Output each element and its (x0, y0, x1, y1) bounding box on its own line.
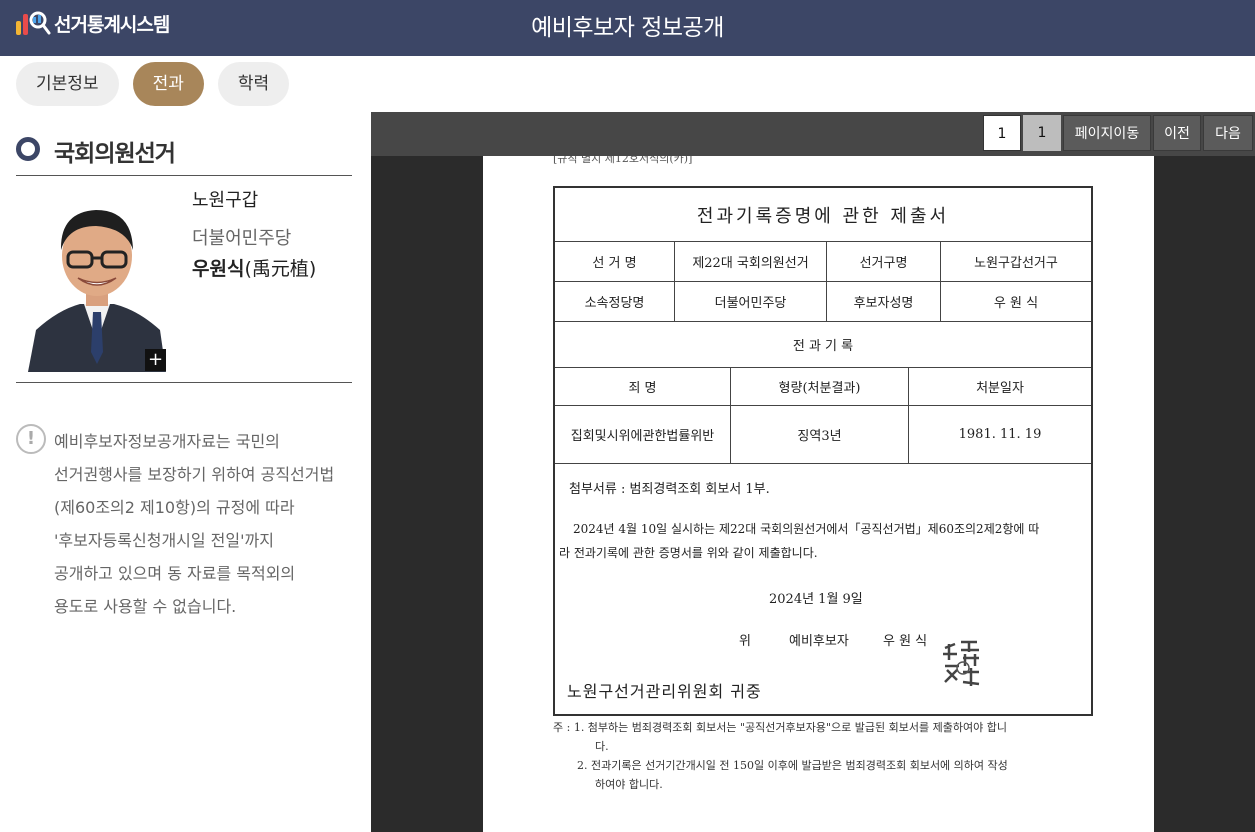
record-row: 집회및시위에관한법률위반 징역3년 1981. 11. 19 (555, 406, 1091, 464)
candidate-value: 우 원 식 (993, 296, 1039, 311)
photo-enlarge-button[interactable]: + (145, 349, 166, 371)
note-line: 주 : 1. 첨부하는 범죄경력조회 회보서는 "공직선거후보자용"으로 발급된… (553, 721, 1007, 734)
next-page-button[interactable]: 다음 (1203, 115, 1253, 151)
section-title: 국회의원선거 (54, 141, 176, 167)
candidate-panel: 국회의원선거 + 노원구갑 더불어민주당 우원식(禹元植) ! 예비후보자정보공… (0, 112, 371, 832)
seal-stamp (939, 640, 985, 690)
go-to-page-button[interactable]: 페이지이동 (1063, 115, 1151, 151)
prev-page-button[interactable]: 이전 (1153, 115, 1201, 151)
tab-basic-info[interactable]: 기본정보 (16, 62, 119, 106)
body-line: 2024년 4월 10일 실시하는 제22대 국회의원선거에서「공직선거법」제6… (573, 522, 1040, 536)
form-title-row: 전과기록증명에 관한 제출서 (555, 188, 1091, 242)
candidate-label: 후보자성명 (827, 282, 941, 321)
party-label: 소속정당명 (555, 282, 675, 321)
total-pages: 1 (1023, 115, 1061, 151)
candidate-district: 노원구갑 (192, 190, 259, 211)
notice-line: 선거권행사를 보장하기 위하여 공직선거법 (54, 465, 335, 484)
tab-bar: 기본정보 전과 학력 (16, 62, 290, 106)
district-value: 노원구갑선거구 (974, 256, 1058, 271)
document-page: [규칙 별지 제12호서식의(카)] 전과기록증명에 관한 제출서 선 거 명 … (483, 156, 1154, 832)
certificate-form: 전과기록증명에 관한 제출서 선 거 명 제22대 국회의원선거 선거구명 노원… (553, 186, 1093, 716)
form-notes: 주 : 1. 첨부하는 범죄경력조회 회보서는 "공직선거후보자용"으로 발급된… (553, 718, 1008, 794)
notice-line: 용도로 사용할 수 없습니다. (54, 597, 237, 616)
col-sentence: 형량(처분결과) (731, 368, 909, 405)
notice-line: '후보자등록신청개시일 전일'까지 (54, 531, 274, 550)
form-row: 선 거 명 제22대 국회의원선거 선거구명 노원구갑선거구 (555, 242, 1091, 282)
party-value: 더불어민주당 (675, 282, 827, 321)
document-viewer: 1 1 페이지이동 이전 다음 [규칙 별지 제12호서식의(카)] 전과기록증… (371, 112, 1255, 832)
tab-education[interactable]: 학력 (217, 62, 290, 106)
district-label: 선거구명 (827, 242, 941, 281)
viewer-toolbar: 1 1 페이지이동 이전 다음 (371, 112, 1255, 156)
form-title: 전과기록증명에 관한 제출서 (696, 205, 950, 227)
record-title: 전 과 기 록 (792, 339, 854, 354)
election-value: 제22대 국회의원선거 (675, 242, 827, 281)
attachment-text: 첨부서류 : 범죄경력조회 회보서 1부. (569, 482, 770, 497)
candidate-name: 우원식 (192, 258, 245, 280)
note-line: 다. (595, 740, 609, 753)
addressee: 노원구선거관리위원회 귀중 (567, 682, 762, 701)
notice-icon: ! (16, 424, 46, 454)
sign-role: 예비후보자 (789, 634, 849, 649)
crime-value: 집회및시위에관한법률위반 (555, 406, 731, 463)
tab-criminal-record[interactable]: 전과 (132, 62, 204, 106)
candidate-photo[interactable] (28, 192, 166, 372)
ring-icon (16, 137, 40, 161)
form-row: 죄 명 형량(처분결과) 처분일자 (555, 368, 1091, 406)
form-header: [규칙 별지 제12호서식의(카)] (553, 156, 693, 165)
note-line: 2. 전과기록은 선거기간개시일 전 150일 이후에 발급받은 범죄경력조회 … (577, 759, 1008, 772)
form-row: 소속정당명 더불어민주당 후보자성명 우 원 식 (555, 282, 1091, 322)
col-crime: 죄 명 (555, 368, 731, 405)
notice-text: 예비후보자정보공개자료는 국민의 선거권행사를 보장하기 위하여 공직선거법 (… (54, 425, 364, 623)
candidate-party: 더불어민주당 (192, 228, 292, 249)
body-line: 라 전과기록에 관한 증명서를 위와 같이 제출합니다. (559, 546, 818, 560)
notice-line: 예비후보자정보공개자료는 국민의 (54, 432, 280, 451)
sign-name: 우 원 식 (883, 634, 928, 649)
section-header: 국회의원선거 (16, 134, 352, 176)
note-line: 하여야 합니다. (595, 778, 663, 791)
current-page-input[interactable]: 1 (983, 115, 1021, 151)
sign-prefix: 위 (739, 634, 751, 649)
form-row: 전 과 기 록 (555, 322, 1091, 368)
col-date: 처분일자 (976, 381, 1024, 396)
top-bar: 선거통계시스템 예비후보자 정보공개 (0, 0, 1255, 56)
notice-line: (제60조의2 제10항)의 규정에 따라 (54, 498, 295, 517)
sentence-value: 징역3년 (731, 406, 909, 463)
election-label: 선 거 명 (555, 242, 675, 281)
sign-date: 2024년 1월 9일 (769, 592, 863, 607)
divider (16, 382, 352, 383)
candidate-name-line: 우원식(禹元植) (192, 254, 316, 281)
date-value: 1981. 11. 19 (958, 427, 1042, 442)
candidate-hanja: (禹元植) (244, 258, 317, 280)
page-title: 예비후보자 정보공개 (531, 15, 724, 41)
notice-line: 공개하고 있으며 동 자료를 목적외의 (54, 564, 296, 583)
